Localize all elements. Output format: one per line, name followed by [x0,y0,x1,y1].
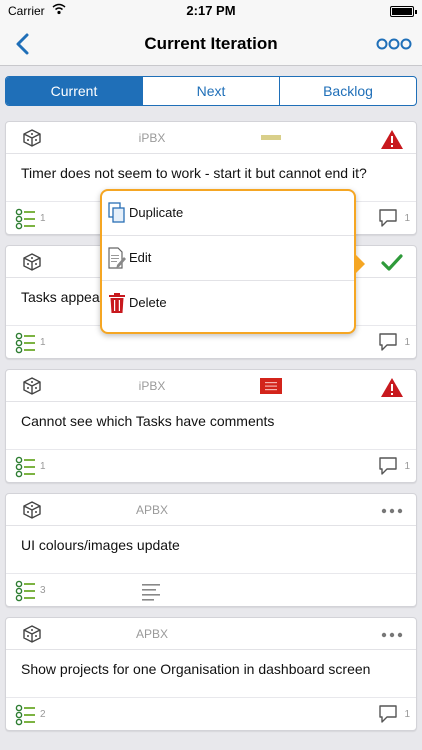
cube-icon [23,625,41,643]
priority-low-icon [261,135,281,140]
delete-menu-item[interactable]: Delete [102,281,354,326]
story-title: Show projects for one Organisation in da… [21,661,371,677]
edit-icon [108,247,126,269]
story-card[interactable]: APBX UI colours/images update 3 [5,493,417,607]
comment-count: 1 [404,461,410,472]
checkmark-icon [381,254,403,271]
tasks-count: 1 [40,461,46,472]
comment-icon[interactable] [378,332,398,352]
priority-high-icon [260,378,282,394]
card-footer: 1 1 [6,449,416,483]
more-dots-icon[interactable] [380,500,404,522]
tasks-list-icon [15,332,35,354]
story-card[interactable]: iPBX Cannot see which Tasks have comment… [5,369,417,483]
comment-count: 1 [404,213,410,224]
more-dots-icon[interactable] [380,624,404,646]
card-action-popover: Duplicate Edit Delete [100,189,365,334]
segment-current[interactable]: Current [6,77,143,105]
segment-backlog[interactable]: Backlog [280,77,416,105]
card-footer: 2 1 [6,697,416,731]
story-title: Timer does not seem to work - start it b… [21,165,367,181]
card-header: APBX [6,494,416,526]
tasks-list-icon [15,456,35,478]
story-title: Cannot see which Tasks have comments [21,413,275,429]
more-circles-icon[interactable] [376,36,412,52]
trash-icon [109,293,125,313]
iteration-segmented-control: Current Next Backlog [5,76,417,106]
navigation-bar: Current Iteration [0,22,422,66]
tasks-count: 1 [40,337,46,348]
battery-icon [390,6,417,17]
story-card[interactable]: APBX Show projects for one Organisation … [5,617,417,731]
duplicate-menu-item[interactable]: Duplicate [102,191,354,236]
card-header: APBX [6,618,416,650]
comment-icon[interactable] [378,208,398,228]
tasks-list-icon [15,208,35,230]
tasks-count: 3 [40,585,46,596]
card-footer: 3 [6,573,416,607]
cube-icon [23,501,41,519]
cube-icon [23,377,41,395]
tasks-count: 2 [40,709,46,720]
comment-icon[interactable] [378,704,398,724]
clock: 2:17 PM [186,3,236,18]
story-title: UI colours/images update [21,537,180,553]
edit-label: Edit [129,250,152,265]
tasks-list-icon [15,580,35,602]
delete-label: Delete [129,295,167,310]
edit-menu-item[interactable]: Edit [102,236,354,281]
duplicate-icon [108,202,125,223]
card-header: iPBX [6,370,416,402]
project-label: iPBX [138,379,166,393]
warning-icon [381,130,403,149]
comment-count: 1 [404,709,410,720]
project-label: iPBX [138,131,166,145]
warning-icon [381,378,403,397]
segment-next[interactable]: Next [143,77,280,105]
story-title: Tasks appea [21,289,100,305]
description-lines-icon [142,584,160,601]
comment-icon[interactable] [378,456,398,476]
card-header: iPBX [6,122,416,154]
tasks-count: 1 [40,213,46,224]
project-label: APBX [135,627,168,641]
duplicate-label: Duplicate [129,205,184,220]
page-title: Current Iteration [144,34,278,53]
comment-count: 1 [404,337,410,348]
cube-icon [23,253,41,271]
status-bar: Carrier 2:17 PM [0,0,422,22]
cube-icon [23,129,41,147]
tasks-list-icon [15,704,35,726]
popover-pointer [355,254,365,274]
project-label: APBX [135,503,168,517]
